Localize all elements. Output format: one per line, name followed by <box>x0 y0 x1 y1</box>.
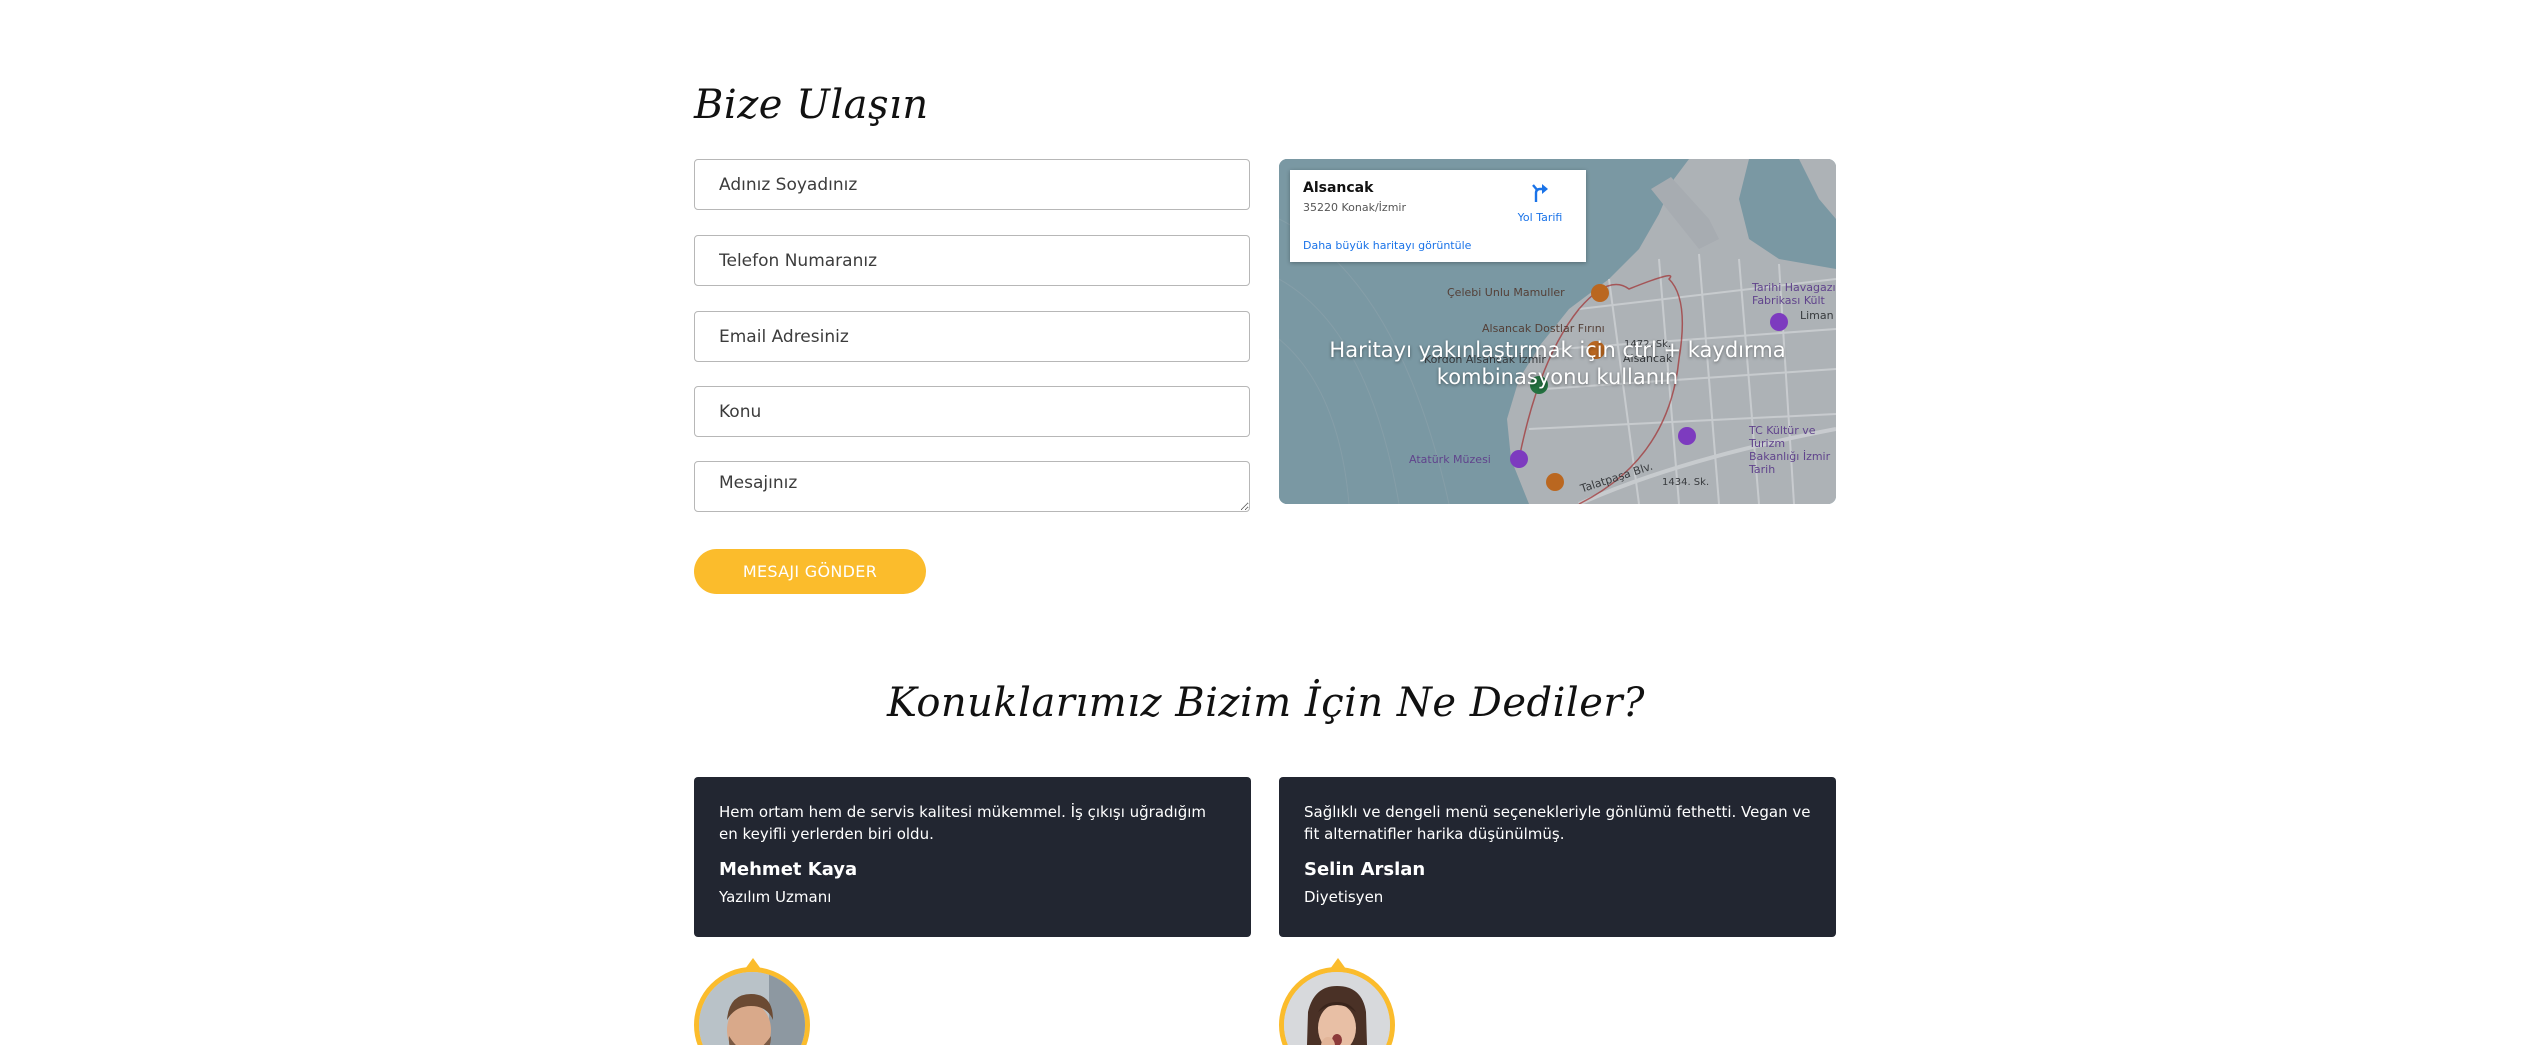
testimonial-avatar-wrap <box>694 958 810 1045</box>
avatar <box>1279 967 1395 1045</box>
testimonial-text: Sağlıklı ve dengeli menü seçenekleriyle … <box>1304 803 1811 843</box>
message-textarea[interactable] <box>694 461 1250 512</box>
map-info-card: Alsancak 35220 Konak/İzmir Yol Tarifi Da… <box>1290 170 1586 262</box>
avatar-man-image <box>699 972 805 1045</box>
larger-map-link[interactable]: Daha büyük haritayı görüntüle <box>1303 239 1471 252</box>
directions-label: Yol Tarifi <box>1517 211 1563 224</box>
testimonial-avatar-wrap <box>1279 958 1395 1045</box>
subject-input[interactable] <box>694 386 1250 437</box>
directions-icon <box>1532 184 1548 202</box>
map-zoom-hint: Haritayı yakınlaştırmak için ctrl + kayd… <box>1329 338 1786 389</box>
testimonial-role: Diyetisyen <box>1304 888 1384 906</box>
testimonial-name: Selin Arslan <box>1304 859 1426 880</box>
testimonial-text: Hem ortam hem de servis kalitesi mükemme… <box>719 803 1207 843</box>
testimonial-card: Sağlıklı ve dengeli menü seçenekleriyle … <box>1279 777 1836 937</box>
avatar <box>694 967 810 1045</box>
testimonial-role: Yazılım Uzmanı <box>719 888 832 906</box>
send-message-button[interactable]: MESAJI GÖNDER <box>694 549 926 594</box>
map-embed[interactable]: Çelebi Unlu Mamuller Alsancak Dostlar Fı… <box>1279 159 1836 504</box>
directions-button[interactable]: Yol Tarifi <box>1512 182 1568 224</box>
testimonial-card: Hem ortam hem de servis kalitesi mükemme… <box>694 777 1251 937</box>
name-input[interactable] <box>694 159 1250 210</box>
avatar-woman-image <box>1284 972 1390 1045</box>
contact-title: Bize Ulaşın <box>694 82 929 128</box>
email-input[interactable] <box>694 311 1250 362</box>
testimonial-name: Mehmet Kaya <box>719 859 858 880</box>
phone-input[interactable] <box>694 235 1250 286</box>
testimonials-title: Konuklarımız Bizim İçin Ne Dediler? <box>887 680 1645 726</box>
